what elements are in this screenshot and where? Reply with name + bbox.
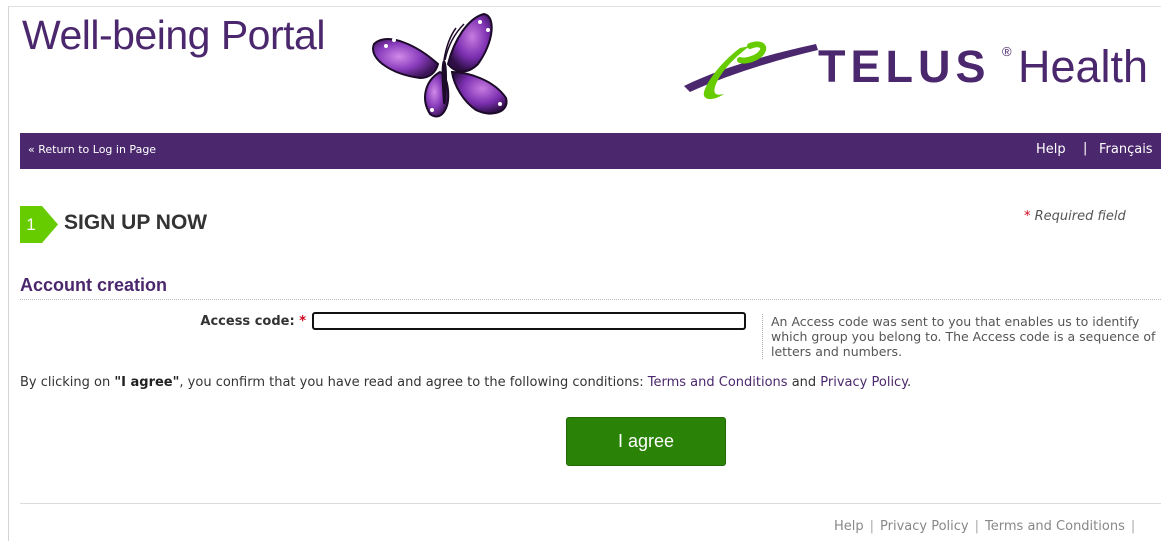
agree-button[interactable]: I agree (566, 417, 726, 466)
footer-separator: | (1130, 519, 1136, 534)
step-number: 1 (26, 215, 36, 234)
access-code-required-star: * (299, 314, 306, 329)
privacy-link[interactable]: Privacy Policy (820, 375, 907, 390)
consent-bold: "I agree" (114, 375, 180, 390)
section-divider (20, 299, 1161, 300)
telus-registered-mark: ® (1002, 44, 1012, 59)
butterfly-logo-icon (372, 12, 508, 118)
access-code-label: Access code: * (120, 314, 306, 329)
step-title: SIGN UP NOW (64, 211, 208, 234)
telus-swoosh-logo-icon (684, 41, 818, 100)
required-field-note: * Required field (1024, 209, 1126, 224)
consent-text: By clicking on "I agree", you confirm th… (20, 375, 911, 390)
consent-middle: , you confirm that you have read and agr… (179, 375, 648, 390)
footer-privacy-link[interactable]: Privacy Policy (880, 519, 969, 534)
access-code-input[interactable] (312, 312, 746, 330)
footer-terms-link[interactable]: Terms and Conditions (985, 519, 1125, 534)
telus-brand-suffix: Health (1018, 41, 1149, 92)
footer-links: Help | Privacy Policy | Terms and Conditions… (834, 519, 1141, 534)
site-title: Well-being Portal (22, 12, 325, 58)
footer-help-link[interactable]: Help (834, 519, 864, 534)
required-field-text: Required field (1034, 209, 1126, 224)
terms-link[interactable]: Terms and Conditions (648, 375, 788, 390)
language-link[interactable]: Français (1099, 142, 1153, 157)
top-navbar: « Return to Log in Page Help | Français (20, 133, 1161, 169)
consent-suffix: . (907, 375, 912, 390)
access-code-help-text: An Access code was sent to you that enab… (762, 314, 1161, 359)
nav-separator: | (1083, 141, 1088, 156)
required-star: * (1024, 209, 1031, 224)
consent-and: and (787, 375, 821, 390)
footer-separator: | (869, 519, 875, 534)
return-to-login-link[interactable]: « Return to Log in Page (28, 143, 156, 156)
help-link[interactable]: Help (1036, 142, 1066, 157)
telus-brand-word: TELUS (818, 41, 991, 92)
consent-prefix: By clicking on (20, 375, 115, 390)
footer-separator: | (974, 519, 980, 534)
footer-divider (20, 503, 1161, 504)
access-code-label-text: Access code: (200, 314, 295, 329)
section-title: Account creation (20, 275, 168, 295)
